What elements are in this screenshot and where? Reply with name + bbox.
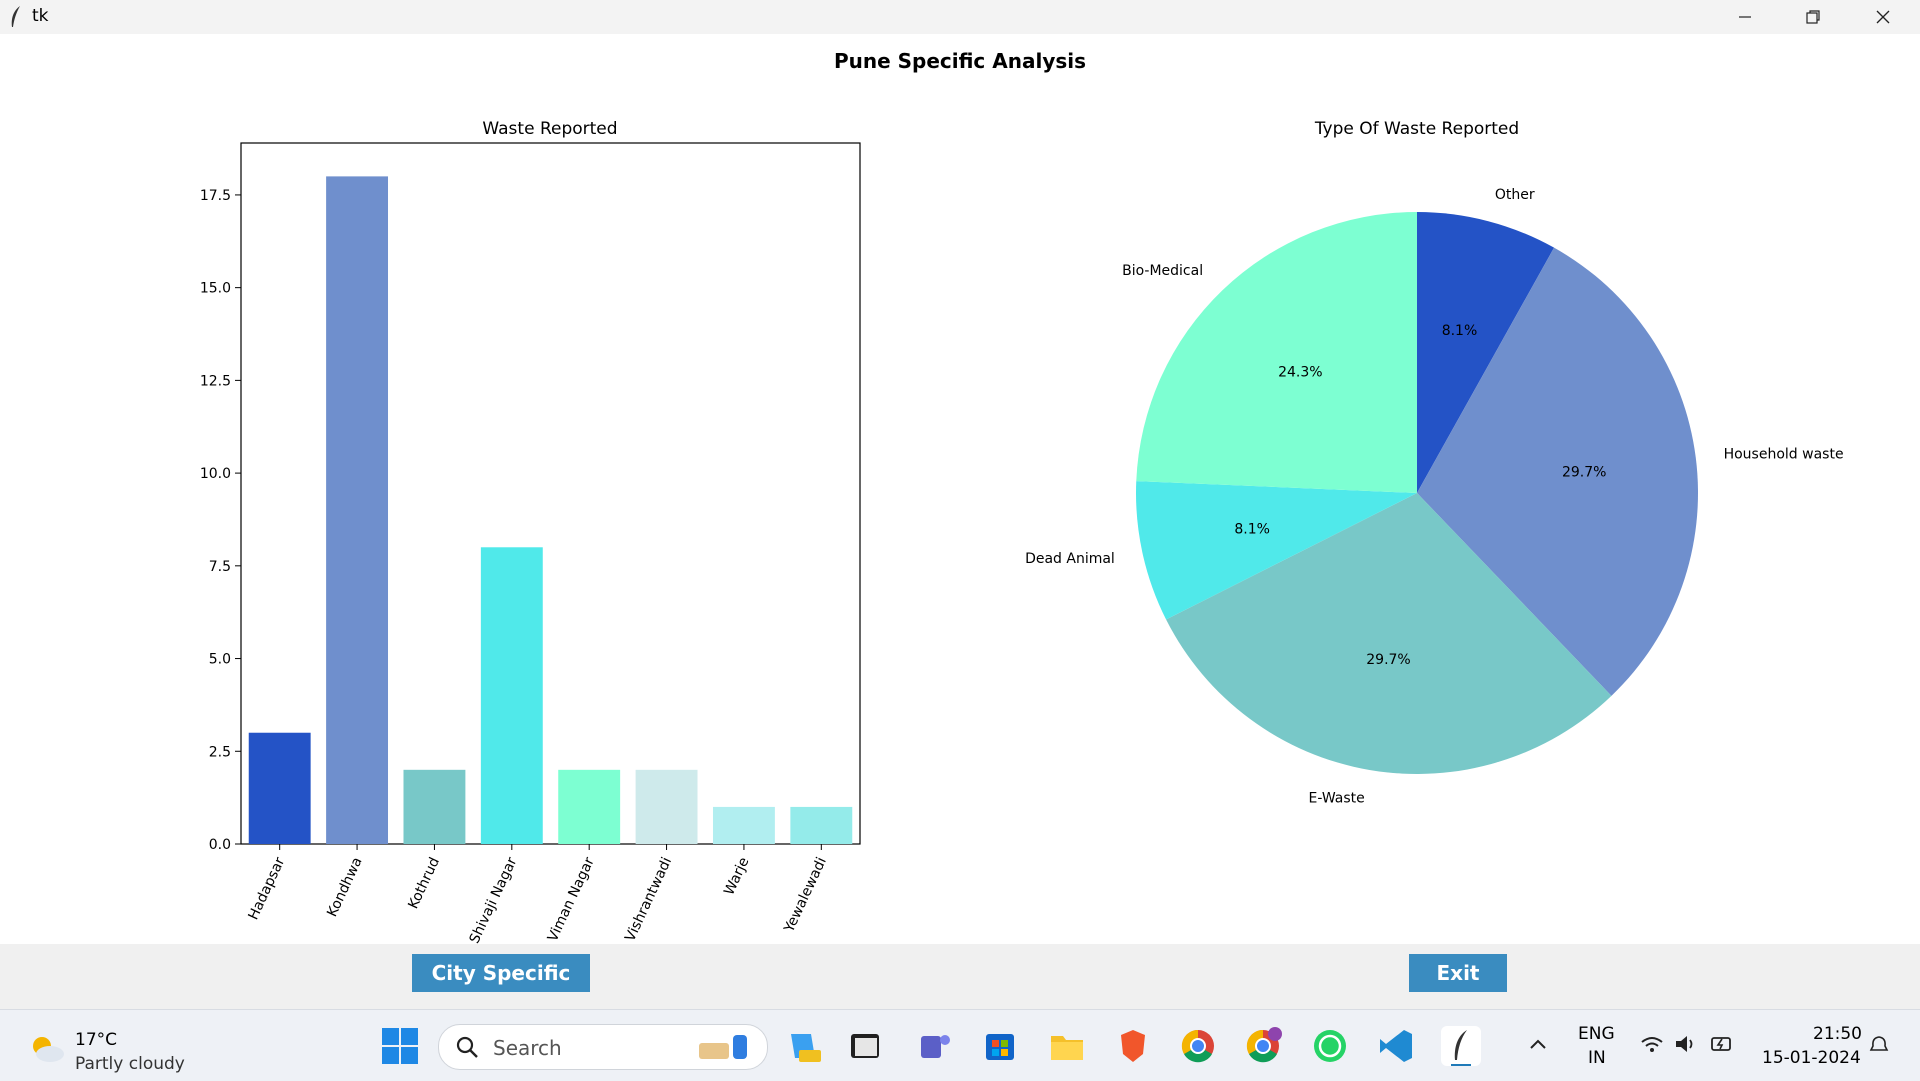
bar-vishrantwadi	[635, 769, 698, 844]
pie-chart-title: Type Of Waste Reported	[1314, 119, 1519, 139]
bar-shivaji-nagar	[480, 547, 543, 844]
window-titlebar: tk	[0, 0, 1920, 34]
weather-temperature: 17°C	[75, 1030, 118, 1050]
wifi-icon[interactable]	[1640, 1034, 1664, 1054]
tk-feather-icon	[11, 6, 20, 27]
pie-percent-label: 29.7%	[1562, 465, 1606, 481]
close-icon	[1876, 10, 1890, 24]
partly-cloudy-icon[interactable]	[28, 1034, 66, 1064]
y-tick-label: 17.5	[200, 188, 231, 204]
store-icon[interactable]	[980, 1026, 1020, 1066]
region-indicator[interactable]: IN	[1588, 1048, 1606, 1068]
x-tick-label: Warje	[721, 855, 752, 898]
exit-button[interactable]: Exit	[1409, 954, 1507, 992]
bar-chart-title: Waste Reported	[482, 119, 617, 139]
volume-icon[interactable]	[1674, 1034, 1698, 1054]
bar-hadapsar	[248, 732, 311, 844]
y-tick-label: 0.0	[209, 837, 231, 853]
language-indicator[interactable]: ENG	[1578, 1024, 1615, 1044]
pie-percent-label: 24.3%	[1278, 364, 1322, 380]
vscode-icon[interactable]	[1376, 1026, 1416, 1066]
city-specific-button[interactable]: City Specific	[412, 954, 590, 992]
start-icon[interactable]	[380, 1026, 420, 1066]
waste-reported-bar-chart: Waste Reported 0.0 2.5 5.0 7.5 10.0 12.5 15.0 1…	[200, 119, 861, 946]
tk-feather-icon[interactable]	[1441, 1026, 1481, 1066]
y-tick-label: 2.5	[209, 744, 231, 760]
waste-type-pie-chart: Type Of Waste Reported 8.1% Other 29.7% Hou…	[1025, 119, 1844, 807]
pie-percent-label: 29.7%	[1366, 652, 1410, 668]
pie-slice-bio-medical	[1136, 212, 1417, 493]
x-tick-label: Vishrantwadi	[622, 855, 675, 944]
file-explorer-icon[interactable]	[1047, 1026, 1087, 1066]
pie-category-label: E-Waste	[1308, 791, 1364, 807]
close-button[interactable]	[1848, 0, 1918, 34]
x-tick-label: Hadapsar	[245, 855, 288, 923]
y-tick-label: 5.0	[209, 652, 231, 668]
weather-description: Partly cloudy	[75, 1054, 185, 1074]
copilot-icon[interactable]	[783, 1026, 823, 1066]
bar-warje	[712, 806, 775, 844]
pie-percent-label: 8.1%	[1234, 522, 1270, 538]
search-icon	[456, 1036, 478, 1058]
minimize-button[interactable]	[1710, 0, 1780, 34]
y-tick-label: 7.5	[209, 559, 231, 575]
button-bar: City Specific Exit	[0, 944, 1920, 1009]
bar-yewalewadi	[790, 806, 853, 844]
chevron-up-icon[interactable]	[1528, 1036, 1548, 1052]
taskbar-search-box[interactable]: Search	[438, 1024, 768, 1070]
chrome-icon[interactable]	[1178, 1026, 1218, 1066]
page-title: Pune Specific Analysis	[833, 49, 1087, 73]
whatsapp-icon[interactable]	[1310, 1026, 1350, 1066]
y-tick-label: 12.5	[200, 373, 231, 389]
restore-icon	[1806, 10, 1820, 24]
x-tick-label: Kothrud	[405, 855, 443, 912]
pie-category-label: Other	[1495, 187, 1535, 203]
pie-percent-label: 8.1%	[1442, 323, 1478, 339]
clock-time[interactable]: 21:50	[1813, 1024, 1862, 1044]
teams-icon[interactable]	[915, 1026, 955, 1066]
taskbar: 17°C Partly cloudy Search ENG IN 21:50 1…	[0, 1009, 1920, 1081]
window-title: tk	[32, 6, 49, 26]
bar-kothrud	[403, 769, 466, 844]
brave-icon[interactable]	[1113, 1026, 1153, 1066]
x-tick-label: Kondhwa	[324, 855, 365, 920]
minimize-icon	[1739, 16, 1751, 18]
battery-charging-icon[interactable]	[1710, 1034, 1736, 1054]
clock-date[interactable]: 15-01-2024	[1762, 1048, 1861, 1068]
notification-bell-icon[interactable]	[1868, 1034, 1890, 1056]
x-tick-label: Viman Nagar	[545, 855, 598, 944]
pie-category-label: Bio-Medical	[1122, 263, 1203, 279]
bar-viman-nagar	[558, 769, 621, 844]
restore-button[interactable]	[1778, 0, 1848, 34]
chrome-profile-icon[interactable]	[1243, 1026, 1283, 1066]
pie-category-label: Dead Animal	[1025, 551, 1115, 567]
y-tick-label: 15.0	[200, 281, 231, 297]
y-tick-label: 10.0	[200, 466, 231, 482]
search-highlight-icon	[699, 1035, 747, 1059]
x-tick-label: Yewalewadi	[781, 855, 830, 936]
bar-kondhwa	[326, 176, 389, 844]
x-tick-label: Shivaji Nagar	[467, 855, 521, 946]
pie-category-label: Household waste	[1724, 447, 1844, 463]
search-placeholder: Search	[493, 1036, 562, 1060]
terminal-icon[interactable]	[845, 1026, 885, 1066]
